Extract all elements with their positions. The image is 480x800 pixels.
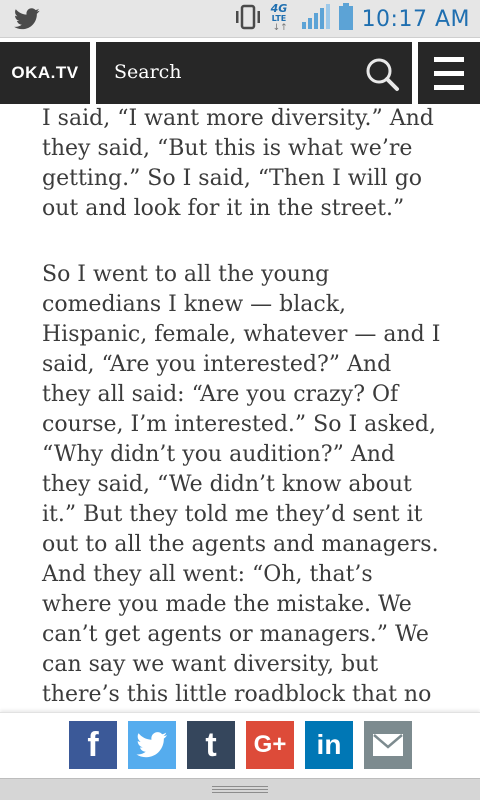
network-type-bottom: LTE: [271, 14, 287, 23]
article-body: I said, “I want more diversity.” And the…: [0, 104, 480, 714]
facebook-icon: f: [87, 726, 99, 764]
search-input[interactable]: [114, 58, 354, 86]
site-header: OKA.TV: [0, 42, 480, 104]
article-paragraph: So I went to all the young comedians I k…: [42, 262, 441, 707]
signal-icon: [300, 4, 330, 34]
tumblr-icon: t: [205, 726, 217, 764]
twitter-share-button[interactable]: [128, 721, 176, 769]
data-arrows-icon: ↓↑: [272, 23, 288, 33]
linkedin-share-button[interactable]: in: [305, 721, 353, 769]
lte-icon: 4G LTE ↓↑: [270, 2, 292, 34]
tumblr-share-button[interactable]: t: [187, 721, 235, 769]
twitter-icon: [136, 732, 168, 758]
google-plus-icon: G+: [253, 731, 287, 758]
twitter-notification-icon: [14, 8, 40, 34]
search-icon[interactable]: [362, 54, 402, 94]
site-logo[interactable]: OKA.TV: [0, 42, 90, 104]
email-share-button[interactable]: [364, 721, 412, 769]
email-icon: [373, 734, 403, 756]
battery-icon: [338, 3, 354, 35]
share-bar: f t G+ in: [0, 712, 480, 778]
drawer-handle-icon[interactable]: [212, 786, 268, 794]
menu-icon[interactable]: [418, 42, 480, 104]
vibrate-icon: [234, 4, 262, 34]
linkedin-icon: in: [316, 729, 342, 760]
google-plus-share-button[interactable]: G+: [246, 721, 294, 769]
bottom-drawer-bar: [0, 778, 480, 800]
status-bar: 4G LTE ↓↑ 10:17 AM: [0, 0, 480, 38]
facebook-share-button[interactable]: f: [69, 721, 117, 769]
search-bar: [96, 42, 412, 104]
clock: 10:17 AM: [361, 6, 470, 32]
article-paragraph: I said, “I want more diversity.” And the…: [42, 106, 434, 221]
